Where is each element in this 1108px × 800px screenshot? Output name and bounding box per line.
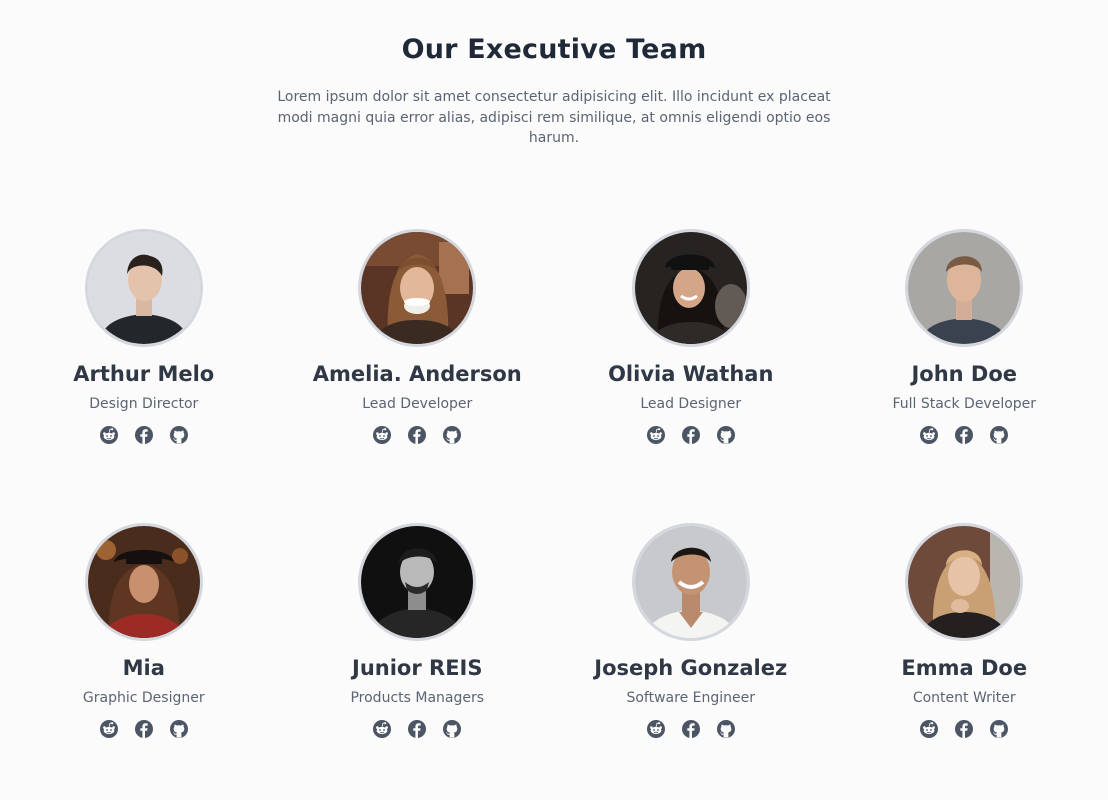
github-icon[interactable] <box>716 425 736 445</box>
avatar <box>905 523 1024 641</box>
facebook-icon[interactable] <box>407 719 427 739</box>
reddit-icon[interactable] <box>99 425 119 445</box>
facebook-icon[interactable] <box>681 719 701 739</box>
team-member-card: Joseph Gonzalez Software Engineer <box>554 523 828 743</box>
github-icon[interactable] <box>989 719 1009 739</box>
reddit-icon[interactable] <box>646 719 666 739</box>
member-role: Software Engineer <box>626 690 755 706</box>
team-grid: Arthur Melo Design Director Amelia. Ande… <box>7 229 1101 743</box>
member-role: Products Managers <box>350 690 485 706</box>
member-name: Amelia. Anderson <box>312 362 522 386</box>
page-description: Lorem ipsum dolor sit amet consectetur a… <box>277 89 831 146</box>
reddit-icon[interactable] <box>372 719 392 739</box>
member-role: Full Stack Developer <box>892 396 1037 412</box>
facebook-icon[interactable] <box>407 425 427 445</box>
github-icon[interactable] <box>989 425 1009 445</box>
social-links <box>99 719 189 739</box>
member-name: Olivia Wathan <box>608 362 774 386</box>
team-member-card: Emma Doe Content Writer <box>828 523 1102 743</box>
github-icon[interactable] <box>169 425 189 445</box>
member-role: Lead Designer <box>640 396 742 412</box>
team-member-card: Arthur Melo Design Director <box>7 229 281 523</box>
reddit-icon[interactable] <box>646 425 666 445</box>
team-member-card: Mia Graphic Designer <box>7 523 281 743</box>
social-links <box>919 719 1009 739</box>
avatar <box>84 229 203 347</box>
facebook-icon[interactable] <box>134 425 154 445</box>
avatar <box>905 229 1024 347</box>
facebook-icon[interactable] <box>681 425 701 445</box>
team-member-card: Amelia. Anderson Lead Developer <box>281 229 555 523</box>
social-links <box>372 719 462 739</box>
facebook-icon[interactable] <box>954 719 974 739</box>
page-title: Our Executive Team <box>401 34 707 65</box>
avatar <box>358 523 477 641</box>
avatar <box>358 229 477 347</box>
member-role: Lead Developer <box>362 396 473 412</box>
avatar <box>631 229 750 347</box>
reddit-icon[interactable] <box>372 425 392 445</box>
reddit-icon[interactable] <box>919 425 939 445</box>
team-member-card: Olivia Wathan Lead Designer <box>554 229 828 523</box>
github-icon[interactable] <box>442 719 462 739</box>
facebook-icon[interactable] <box>954 425 974 445</box>
member-name: Joseph Gonzalez <box>594 656 788 680</box>
github-icon[interactable] <box>716 719 736 739</box>
social-links <box>646 719 736 739</box>
member-role: Design Director <box>89 396 199 412</box>
member-name: John Doe <box>911 362 1018 386</box>
team-section: Our Executive Team Lorem ipsum dolor sit… <box>0 0 1108 800</box>
avatar <box>631 523 750 641</box>
social-links <box>99 425 189 445</box>
github-icon[interactable] <box>442 425 462 445</box>
social-links <box>372 425 462 445</box>
social-links <box>919 425 1009 445</box>
facebook-icon[interactable] <box>134 719 154 739</box>
team-member-card: John Doe Full Stack Developer <box>828 229 1102 523</box>
avatar <box>84 523 203 641</box>
reddit-icon[interactable] <box>99 719 119 739</box>
github-icon[interactable] <box>169 719 189 739</box>
team-member-card: Junior REIS Products Managers <box>281 523 555 743</box>
member-name: Emma Doe <box>901 656 1028 680</box>
member-name: Junior REIS <box>352 656 483 680</box>
reddit-icon[interactable] <box>919 719 939 739</box>
member-role: Content Writer <box>912 690 1016 706</box>
member-role: Graphic Designer <box>82 690 205 706</box>
social-links <box>646 425 736 445</box>
member-name: Mia <box>122 656 165 680</box>
member-name: Arthur Melo <box>73 362 215 386</box>
